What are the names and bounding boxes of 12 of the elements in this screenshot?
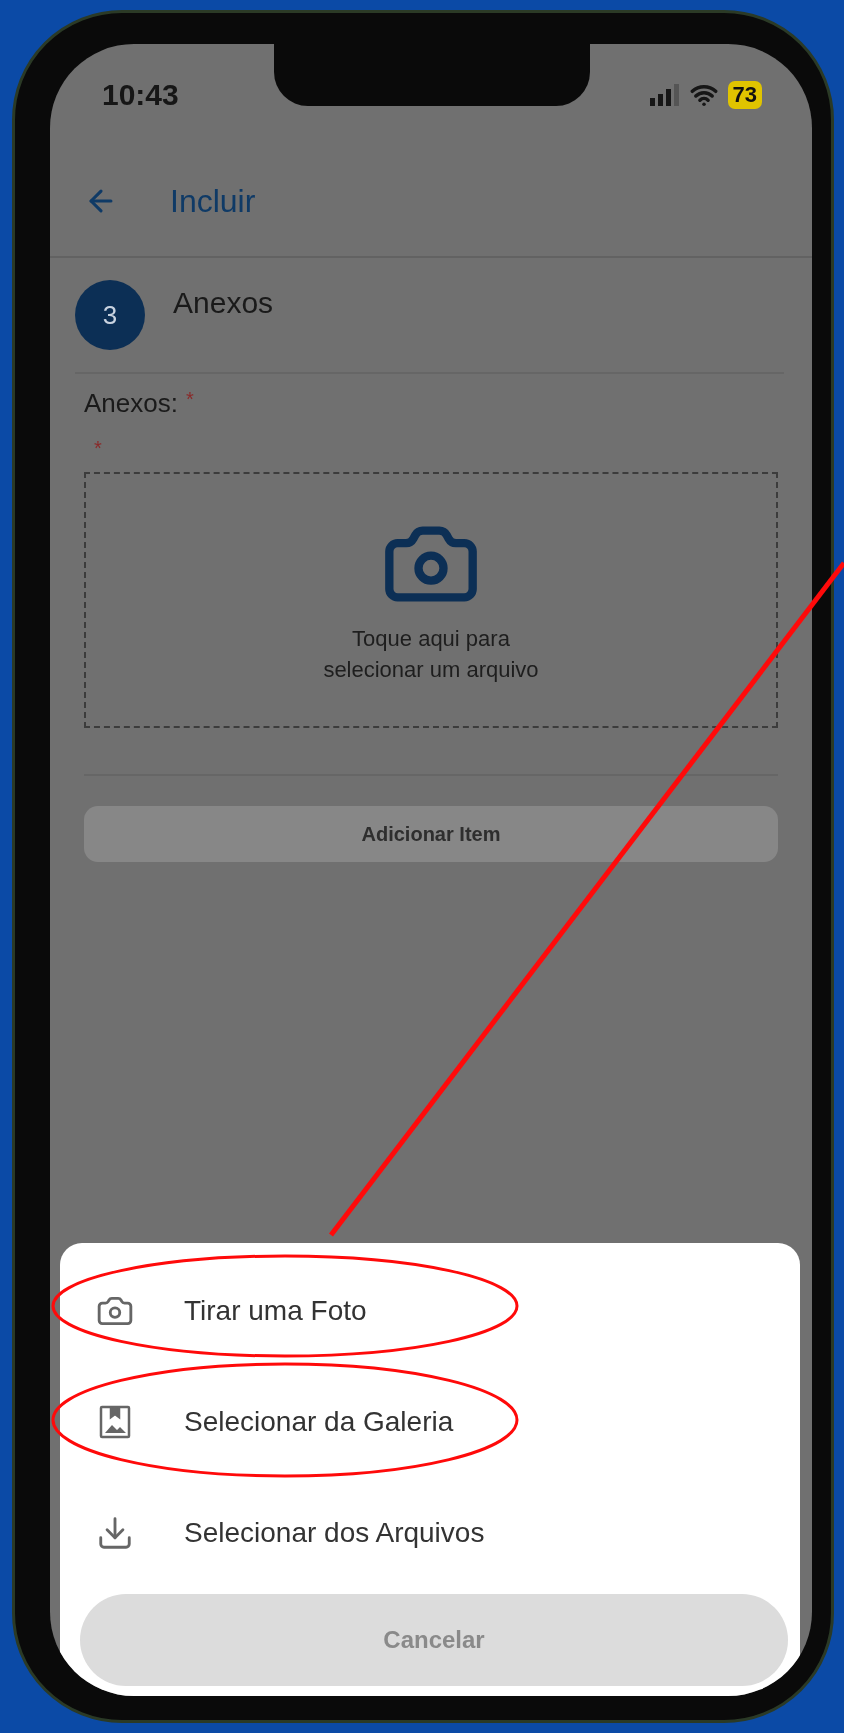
required-mark: *	[94, 437, 103, 460]
sheet-option[interactable]: Tirar uma Foto	[60, 1255, 800, 1366]
battery-level: 73	[727, 81, 762, 109]
page-title: Incluir	[170, 182, 256, 220]
step-title: Anexos	[173, 286, 274, 320]
field-label: Anexos:	[84, 388, 178, 419]
status-time: 10:43	[102, 78, 179, 112]
signal-icon	[649, 84, 680, 106]
required-mark: *	[185, 388, 194, 412]
sheet-option[interactable]: Selecionar dos Arquivos	[60, 1477, 800, 1588]
sheet-option[interactable]: Selecionar da Galeria	[60, 1366, 800, 1477]
step-number: 3	[75, 280, 145, 350]
